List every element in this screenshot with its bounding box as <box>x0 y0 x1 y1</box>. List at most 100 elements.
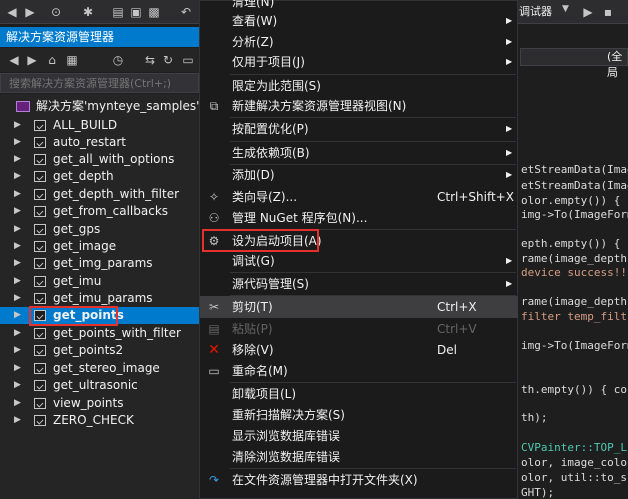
project-label: get_ultrasonic <box>53 378 138 392</box>
menu-item-manage-nuget[interactable]: ⚇ 管理 NuGet 程序包(N)... <box>200 207 518 229</box>
menu-item-clear-browse-db-errors[interactable]: 清除浏览数据库错误 <box>200 446 518 468</box>
back-icon[interactable]: ◀ <box>6 52 22 68</box>
submenu-arrow-icon: ▶ <box>506 256 513 265</box>
open-folder-icon[interactable]: ▤ <box>110 4 126 20</box>
menu-item-rescan-solution[interactable]: 重新扫描解决方案(S) <box>200 404 518 426</box>
menu-item-analyze[interactable]: 分析(Z) ▶ <box>200 31 518 53</box>
tree-item-project[interactable]: ▶ get_imu <box>0 273 199 290</box>
menu-item-open-folder-in-explorer[interactable]: ↷ 在文件资源管理器中打开文件夹(X) <box>200 469 518 491</box>
solution-node[interactable]: 解决方案'mynteye_samples' (18 <box>0 98 223 115</box>
undo-icon[interactable]: ↶ <box>178 4 194 20</box>
tree-item-project[interactable]: ▶ get_points2 <box>0 342 199 359</box>
menu-item-cut[interactable]: ✂ 剪切(T) Ctrl+X <box>200 296 518 318</box>
expand-arrow-icon[interactable]: ▶ <box>14 395 21 412</box>
tree-item-project[interactable]: ▶ get_points_with_filter <box>0 325 199 342</box>
submenu-arrow-icon: ▶ <box>506 37 513 46</box>
menu-item-build-dependencies[interactable]: 生成依赖项(B) ▶ <box>200 142 518 164</box>
pending-changes-icon[interactable]: ◷ <box>110 52 126 68</box>
tree-item-project[interactable]: ▶ get_gps <box>0 221 199 238</box>
forward-icon-2[interactable]: ⊙ <box>48 4 64 20</box>
collapse-all-icon[interactable]: ▭ <box>180 52 196 68</box>
sync-icon[interactable]: ⇆ <box>142 52 158 68</box>
expand-arrow-icon[interactable]: ▶ <box>14 203 21 220</box>
tree-item-project[interactable]: ▶ get_image <box>0 238 199 255</box>
menu-item-view[interactable]: 查看(W) ▶ <box>200 10 518 32</box>
menu-item-scope-to-this[interactable]: 限定为此范围(S) <box>200 75 518 97</box>
expand-arrow-icon[interactable]: ▶ <box>14 134 21 151</box>
expand-arrow-icon[interactable]: ▶ <box>14 412 21 429</box>
project-icon <box>34 120 46 131</box>
menu-item-class-wizard[interactable]: ✧ 类向导(Z)... Ctrl+Shift+X <box>200 186 518 208</box>
tree-item-project[interactable]: ▶ get_all_with_options <box>0 151 199 168</box>
home-icon[interactable]: ⌂ <box>44 52 60 68</box>
attach-icon[interactable]: ▶ <box>580 4 596 20</box>
code-line: epth.empty()) { <box>521 237 621 250</box>
project-icon <box>34 415 46 426</box>
menu-item-project-only[interactable]: 仅用于项目(J) ▶ <box>200 51 518 73</box>
switch-views-icon[interactable]: ▦ <box>64 52 80 68</box>
submenu-arrow-icon: ▶ <box>506 57 513 66</box>
menu-item-paste[interactable]: ▤ 粘贴(P) Ctrl+V <box>200 318 518 340</box>
menu-item-unload-project[interactable]: 卸载项目(L) <box>200 383 518 405</box>
save-icon[interactable]: ▣ <box>128 4 144 20</box>
expand-arrow-icon[interactable]: ▶ <box>14 273 21 290</box>
new-project-icon[interactable]: ✱ <box>80 4 96 20</box>
refresh-icon[interactable]: ↻ <box>160 52 176 68</box>
debugger-dropdown[interactable]: 调试器 <box>519 3 552 19</box>
project-icon <box>34 328 46 339</box>
tree-item-project[interactable]: ▶ ALL_BUILD <box>0 117 199 134</box>
expand-arrow-icon[interactable]: ▶ <box>14 342 21 359</box>
submenu-arrow-icon: ▶ <box>506 16 513 25</box>
menu-item-debug[interactable]: 调试(G) ▶ <box>200 250 518 272</box>
project-icon <box>34 154 46 165</box>
menu-item-new-explorer-view[interactable]: ⧉ 新建解决方案资源管理器视图(N) <box>200 95 518 117</box>
project-icon <box>34 137 46 148</box>
chevron-down-icon[interactable]: ▼ <box>562 4 569 14</box>
tree-item-project[interactable]: ▶ auto_restart <box>0 134 199 151</box>
expand-arrow-icon[interactable]: ▶ <box>14 255 21 272</box>
project-label: get_image <box>53 239 117 253</box>
menu-item-add[interactable]: 添加(D) ▶ <box>200 164 518 186</box>
expand-arrow-icon[interactable]: ▶ <box>14 360 21 377</box>
forward-icon[interactable]: ▶ <box>22 4 38 20</box>
menu-item-remove[interactable]: ✕ 移除(V) Del <box>200 339 518 361</box>
scope-dropdown[interactable]: (全局 <box>520 48 628 79</box>
rename-icon: ▭ <box>208 364 220 378</box>
tree-item-project[interactable]: ▶ get_imu_params <box>0 290 199 307</box>
expand-arrow-icon[interactable]: ▶ <box>14 186 21 203</box>
expand-arrow-icon[interactable]: ▶ <box>14 307 21 324</box>
search-input[interactable] <box>0 73 199 93</box>
tree-item-project[interactable]: ▶ get_from_callbacks <box>0 203 199 220</box>
menu-item-source-control[interactable]: 源代码管理(S) ▶ <box>200 273 518 295</box>
tree-item-project[interactable]: ▶ get_img_params <box>0 255 199 272</box>
menu-item-show-browse-db-errors[interactable]: 显示浏览数据库错误 <box>200 425 518 447</box>
project-icon <box>34 345 46 356</box>
tree-item-project[interactable]: ▶ get_ultrasonic <box>0 377 199 394</box>
expand-arrow-icon[interactable]: ▶ <box>14 168 21 185</box>
expand-arrow-icon[interactable]: ▶ <box>14 290 21 307</box>
tree-item-project[interactable]: ▶ get_stereo_image <box>0 360 199 377</box>
tree-item-project[interactable]: ▶ get_depth <box>0 168 199 185</box>
expand-arrow-icon[interactable]: ▶ <box>14 117 21 134</box>
forward-icon[interactable]: ▶ <box>24 52 40 68</box>
project-label: get_points2 <box>53 343 124 357</box>
project-label: ALL_BUILD <box>53 118 118 132</box>
tree-item-project[interactable]: ▶ get_depth_with_filter <box>0 186 199 203</box>
tree-item-project[interactable]: ▶ ZERO_CHECK <box>0 412 199 429</box>
expand-arrow-icon[interactable]: ▶ <box>14 238 21 255</box>
tool-icon[interactable]: ▪ <box>600 4 616 20</box>
tree-item-project[interactable]: ▶ view_points <box>0 395 199 412</box>
save-all-icon[interactable]: ▩ <box>146 4 162 20</box>
solution-explorer-toolbar: ◀ ▶ ⌂ ▦ ◷ ⇆ ↻ ▭ <box>0 48 199 72</box>
project-label: get_img_params <box>53 256 153 270</box>
menu-item-profile-guided-optimization[interactable]: 按配置优化(P) ▶ <box>200 118 518 140</box>
solution-explorer-title: 解决方案资源管理器 <box>0 27 199 47</box>
expand-arrow-icon[interactable]: ▶ <box>14 221 21 238</box>
project-label: ZERO_CHECK <box>53 413 134 427</box>
menu-item-rename[interactable]: ▭ 重命名(M) <box>200 360 518 382</box>
expand-arrow-icon[interactable]: ▶ <box>14 151 21 168</box>
code-line: etStreamData(Imag <box>521 179 628 192</box>
expand-arrow-icon[interactable]: ▶ <box>14 377 21 394</box>
back-icon[interactable]: ◀ <box>4 4 20 20</box>
expand-arrow-icon[interactable]: ▶ <box>14 325 21 342</box>
